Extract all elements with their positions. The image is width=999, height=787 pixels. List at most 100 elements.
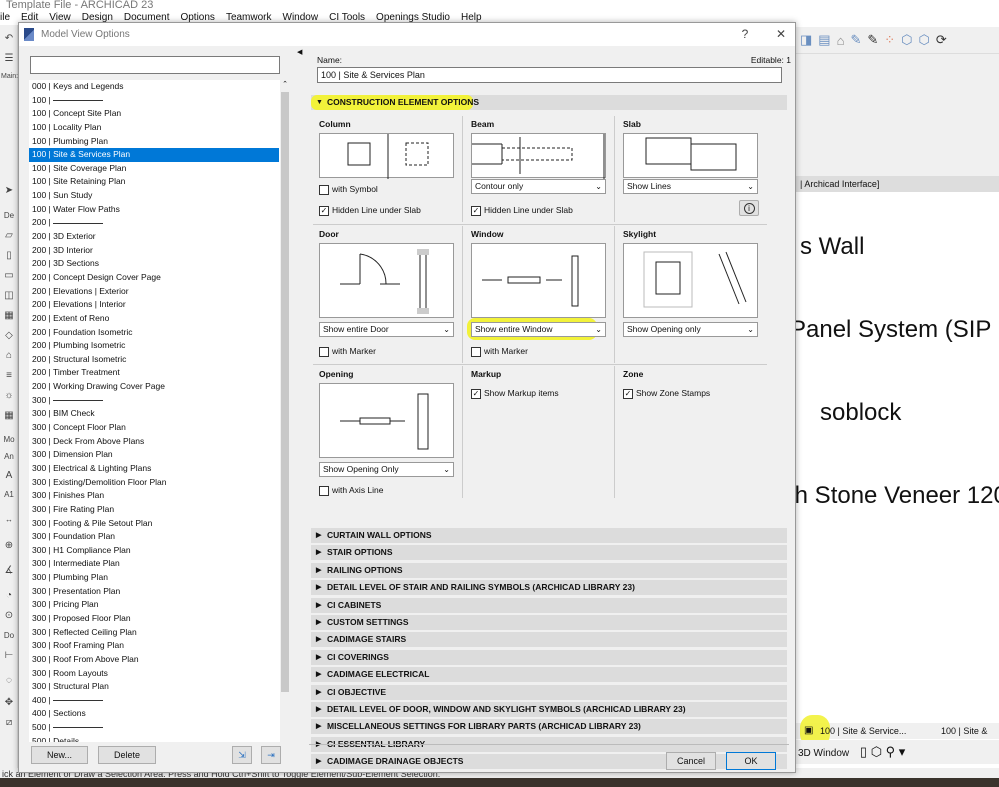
column-tool-icon[interactable]: ▯ (1, 250, 17, 264)
list-item[interactable]: 300 | Pricing Plan (29, 598, 279, 612)
list-item[interactable]: 300 | Dimension Plan (29, 448, 279, 462)
list-item[interactable]: 200 | Elevations | Exterior (29, 285, 279, 299)
ok-button[interactable]: OK (726, 752, 776, 770)
list-item[interactable]: 300 | Deck From Above Plans (29, 435, 279, 449)
skylight-display-select[interactable]: Show Opening only ⌄ (623, 322, 758, 337)
export-icon[interactable]: ⇥ (261, 746, 281, 764)
list-item[interactable]: 100 | Concept Site Plan (29, 107, 279, 121)
list-item[interactable]: 300 | Roof Framing Plan (29, 639, 279, 653)
column-hidden-line-checkbox[interactable]: ✓ Hidden Line under Slab (319, 205, 421, 216)
axis-line-checkbox[interactable]: with Axis Line (319, 485, 384, 496)
section-construction-element-options[interactable]: ▼ CONSTRUCTION ELEMENT OPTIONS (311, 95, 787, 110)
worksheet-tool-icon[interactable]: ⧄ (1, 717, 17, 731)
list-item[interactable]: 200 | Concept Design Cover Page (29, 271, 279, 285)
scrollbar-thumb[interactable] (281, 92, 289, 692)
list-item[interactable]: 300 | Room Layouts (29, 667, 279, 681)
list-item[interactable]: 300 | Existing/Demolition Floor Plan (29, 476, 279, 490)
list-item[interactable]: 200 | Foundation Isometric (29, 326, 279, 340)
markup-items-checkbox[interactable]: ✓ Show Markup items (471, 388, 559, 399)
help-button[interactable]: ? (735, 23, 755, 46)
list-item[interactable]: 300 | Fire Rating Plan (29, 503, 279, 517)
list-item[interactable]: 300 | Foundation Plan (29, 530, 279, 544)
arrow-tool-icon[interactable]: ➤ (1, 185, 17, 199)
list-item[interactable]: 300 | (29, 394, 279, 408)
beam-hidden-line-checkbox[interactable]: ✓ Hidden Line under Slab (471, 205, 573, 216)
door-tool-icon[interactable]: ◫ (1, 290, 17, 304)
list-item[interactable]: 000 | Keys and Legends (29, 80, 279, 94)
list-item[interactable]: 300 | Roof From Above Plan (29, 653, 279, 667)
section-tool-icon[interactable]: ⊢ (1, 650, 17, 664)
list-item[interactable]: 200 | 3D Sections (29, 257, 279, 271)
scroll-up-icon[interactable]: ⌃ (280, 80, 290, 88)
list-item[interactable]: 200 | 3D Interior (29, 244, 279, 258)
section-header[interactable]: ▶ CURTAIN WALL OPTIONS (311, 528, 787, 543)
info-button[interactable]: i (739, 200, 759, 216)
list-item[interactable]: 200 | Elevations | Interior (29, 298, 279, 312)
slab-tool-icon[interactable]: ◇ (1, 330, 17, 344)
section-header[interactable]: ▶ CADIMAGE STAIRS (311, 632, 787, 648)
section-header[interactable]: ▶ STAIR OPTIONS (311, 545, 787, 561)
list-item[interactable]: 100 | Plumbing Plan (29, 135, 279, 149)
search-input[interactable] (30, 56, 280, 74)
dimension-tool-icon[interactable]: ↔ (1, 515, 17, 529)
delete-button[interactable]: Delete (98, 746, 156, 764)
zone-stamps-checkbox[interactable]: ✓ Show Zone Stamps (623, 388, 710, 399)
grid-snap-icon[interactable]: ⁘ (884, 32, 895, 48)
list-item[interactable]: 500 | Details (29, 735, 279, 742)
door-marker-checkbox[interactable]: with Marker (319, 346, 376, 357)
radial-dimension-icon[interactable]: ◔ (1, 590, 17, 604)
view-list[interactable]: 000 | Keys and Legends 100 | 100 | Concept… (29, 80, 290, 742)
list-item[interactable]: 100 | Sun Study (29, 189, 279, 203)
beam-display-select[interactable]: Contour only ⌄ (471, 179, 606, 194)
list-item[interactable]: 200 | (29, 216, 279, 230)
list-item[interactable]: 500 | (29, 721, 279, 735)
new-button[interactable]: New... (31, 746, 88, 764)
list-item[interactable]: 300 | Finishes Plan (29, 489, 279, 503)
list-item[interactable]: 200 | Timber Treatment (29, 366, 279, 380)
list-item[interactable]: 300 | H1 Compliance Plan (29, 544, 279, 558)
level-dimension-icon[interactable]: ⊕ (1, 540, 17, 554)
list-item[interactable]: 300 | BIM Check (29, 407, 279, 421)
roof-tool-icon[interactable]: ⌂ (1, 350, 17, 364)
section-header[interactable]: ▶ DETAIL LEVEL OF STAIR AND RAILING SYMBO… (311, 580, 787, 596)
list-item[interactable]: 200 | Plumbing Isometric (29, 339, 279, 353)
wall-tool-icon[interactable]: ▱ (1, 230, 17, 244)
list-item[interactable]: 300 | Structural Plan (29, 680, 279, 694)
marker-icon[interactable]: ⊙ (1, 610, 17, 624)
section-header[interactable]: ▶ CADIMAGE ELECTRICAL (311, 667, 787, 683)
with-symbol-checkbox[interactable]: with Symbol (319, 184, 378, 195)
list-item[interactable]: 200 | Working Drawing Cover Page (29, 380, 279, 394)
list-item[interactable]: 300 | Footing & Pile Setout Plan (29, 517, 279, 531)
list-item[interactable]: 100 | Site & Services Plan (29, 148, 279, 162)
name-input[interactable]: 100 | Site & Services Plan (317, 67, 782, 83)
curtain-wall-icon[interactable]: ▦ (1, 410, 17, 424)
list-item[interactable]: 100 | Locality Plan (29, 121, 279, 135)
cube-icon[interactable]: ⬡ (919, 32, 930, 48)
section-header[interactable]: ▶ CUSTOM SETTINGS (311, 615, 787, 630)
beam-tool-icon[interactable]: ▭ (1, 270, 17, 284)
edit-icon[interactable]: ✎ (850, 32, 861, 48)
list-item[interactable]: 400 | (29, 694, 279, 708)
window-tool-icon[interactable]: ▦ (1, 310, 17, 324)
list-item[interactable]: 400 | Sections (29, 707, 279, 721)
section-header[interactable]: ▶ CI COVERINGS (311, 649, 787, 665)
list-item[interactable]: 300 | Reflected Ceiling Plan (29, 626, 279, 640)
text-tool-icon[interactable]: A (1, 470, 17, 484)
undo-icon[interactable]: ↶ (1, 33, 17, 47)
list-item[interactable]: 200 | Extent of Reno (29, 312, 279, 326)
label-tool-icon[interactable]: A1 (1, 490, 17, 504)
home-icon[interactable]: ⌂ (837, 33, 845, 48)
bottom-tab-site-services[interactable]: 100 | Site & Service... (820, 723, 906, 739)
window-display-select[interactable]: Show entire Window ⌄ (471, 322, 606, 337)
cancel-button[interactable]: Cancel (666, 752, 716, 770)
opening-display-select[interactable]: Show Opening Only ⌄ (319, 462, 454, 477)
orbit-icon[interactable]: ⟳ (936, 32, 947, 48)
elevation-tool-icon[interactable]: ◌ (1, 675, 17, 689)
section-header[interactable]: ▶ RAILING OPTIONS (311, 562, 787, 578)
hatch-icon[interactable]: ▤ (818, 32, 830, 48)
list-item[interactable]: 300 | Electrical & Lighting Plans (29, 462, 279, 476)
list-item[interactable]: 100 | Water Flow Paths (29, 203, 279, 217)
list-item[interactable]: 200 | Structural Isometric (29, 353, 279, 367)
collapse-panel-icon[interactable]: ◀ (297, 48, 302, 56)
lamp-tool-icon[interactable]: ☼ (1, 390, 17, 404)
